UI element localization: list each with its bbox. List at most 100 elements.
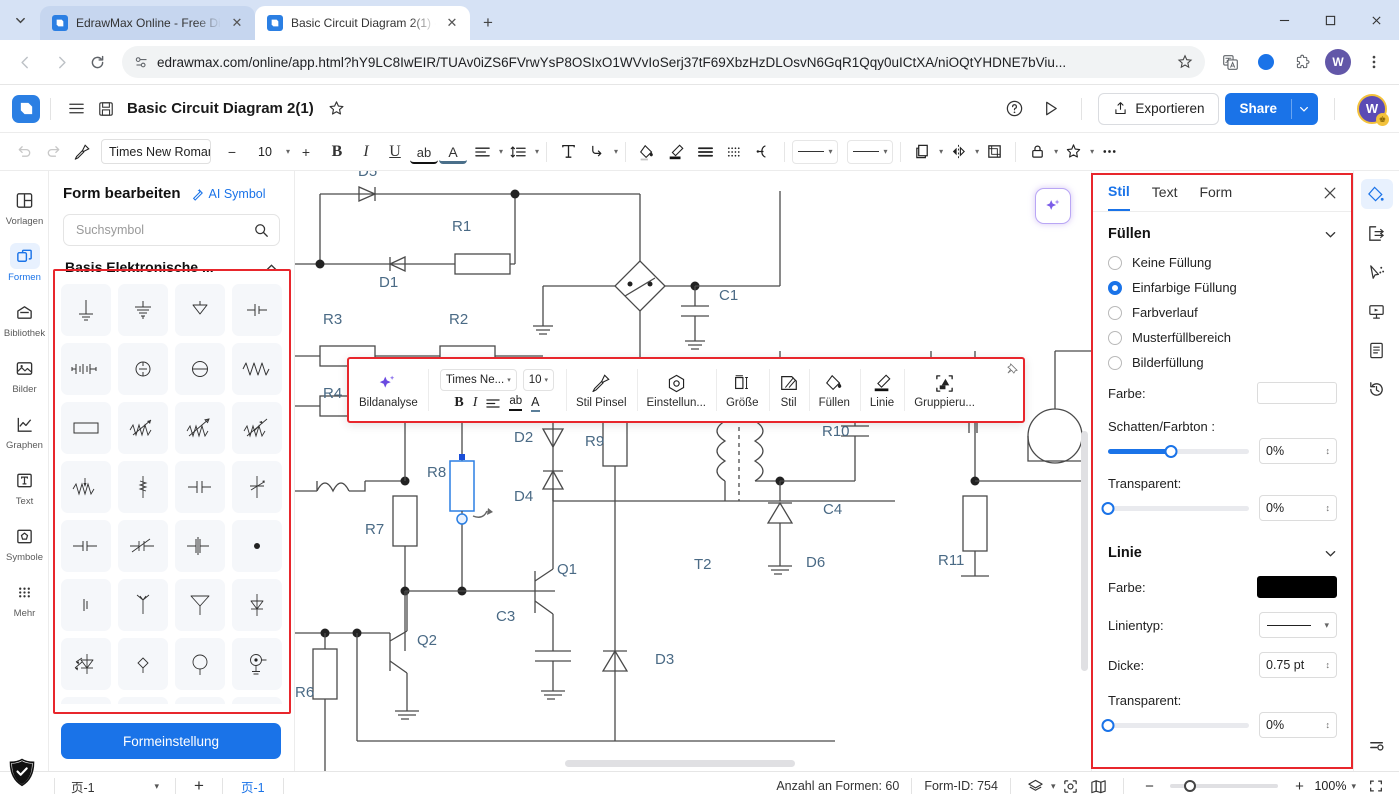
window-minimize-button[interactable] — [1261, 0, 1307, 40]
address-bar[interactable]: edrawmax.com/online/app.html?hY9LC8IwEIR… — [122, 46, 1205, 78]
curve-connector-icon[interactable] — [749, 138, 777, 166]
shape-capacitor-plain[interactable] — [175, 461, 225, 513]
fill-option-muster[interactable]: Musterfüllbereich — [1092, 325, 1353, 350]
layers-icon[interactable] — [1023, 774, 1049, 798]
user-avatar[interactable]: W ♚ — [1357, 93, 1389, 126]
shape-ground-earth[interactable] — [61, 284, 111, 336]
canvas-vertical-scrollbar[interactable] — [1081, 431, 1088, 671]
ai-assistant-button[interactable] — [1035, 188, 1071, 224]
shape-trimmer-capacitor[interactable] — [118, 520, 168, 572]
shape-source-ac[interactable] — [175, 343, 225, 395]
notes-icon[interactable] — [1361, 335, 1393, 365]
shape-capacitor-polar[interactable] — [232, 284, 282, 336]
extensions-puzzle-icon[interactable] — [1285, 45, 1319, 79]
shape-capacitor-feedthrough[interactable] — [61, 520, 111, 572]
tabstrip-menu-icon[interactable] — [0, 0, 40, 40]
line-transparent-slider[interactable] — [1101, 718, 1249, 732]
settings-sliders-icon[interactable] — [1361, 731, 1393, 761]
browser-tab-2[interactable]: Basic Circuit Diagram 2(1) - E ✕ — [255, 6, 470, 40]
shape-speaker-flat[interactable] — [61, 697, 111, 704]
add-page-button[interactable]: + — [186, 774, 212, 798]
fullscreen-icon[interactable] — [1363, 774, 1389, 798]
flip-chevron-icon[interactable]: ▾ — [975, 147, 979, 156]
font-size-decrease[interactable]: − — [218, 138, 246, 166]
shape-search-box[interactable] — [63, 214, 280, 246]
align-icon[interactable] — [468, 138, 496, 166]
shape-category-header[interactable]: Basis Elektronische ... — [49, 246, 294, 284]
ctx-gruppierung[interactable]: Gruppieru... — [904, 359, 985, 421]
more-horizontal-icon[interactable] — [1095, 138, 1123, 166]
strikethrough-button[interactable]: ab — [410, 144, 439, 164]
connector-icon[interactable] — [583, 138, 611, 166]
back-button[interactable] — [8, 45, 42, 79]
star-icon[interactable] — [1177, 54, 1193, 70]
form-settings-button[interactable]: Formeinstellung — [61, 723, 281, 759]
ctx-align-icon[interactable] — [486, 398, 501, 409]
map-icon[interactable] — [1085, 774, 1111, 798]
zoom-out-button[interactable]: − — [1136, 774, 1162, 798]
fill-option-bild[interactable]: Bilderfüllung — [1092, 350, 1353, 375]
ctx-bold-button[interactable]: B — [454, 395, 463, 411]
line-section-header[interactable]: Linie — [1092, 525, 1353, 569]
arrange-icon[interactable] — [908, 138, 936, 166]
focus-icon[interactable] — [1057, 774, 1083, 798]
redo-icon[interactable] — [39, 138, 67, 166]
shape-node-dot[interactable] — [232, 520, 282, 572]
fill-section-header[interactable]: Füllen — [1092, 212, 1353, 250]
lock-icon[interactable] — [1023, 138, 1051, 166]
page-tab-1[interactable]: 页-1 — [233, 777, 273, 796]
underline-button[interactable]: U — [381, 138, 409, 166]
translate-icon[interactable] — [1213, 45, 1247, 79]
search-input[interactable] — [74, 222, 248, 238]
zoom-in-button[interactable]: + — [1286, 774, 1312, 798]
shape-motor-ground[interactable] — [232, 638, 282, 690]
radio-farbverlauf[interactable] — [1108, 305, 1122, 320]
reload-button[interactable] — [80, 45, 114, 79]
chevron-up-icon[interactable] — [265, 261, 278, 274]
ctx-groesse[interactable]: Größe — [715, 359, 769, 421]
line-spacing-chevron-icon[interactable]: ▾ — [535, 147, 539, 156]
shape-resistor-zigzag[interactable] — [232, 343, 282, 395]
shape-varactor[interactable] — [232, 461, 282, 513]
ctx-font-color-button[interactable]: A — [531, 395, 540, 412]
ctx-stil[interactable]: Stil — [768, 359, 809, 421]
shape-capacitor-dual[interactable] — [175, 520, 225, 572]
fill-color-swatch[interactable] — [1257, 382, 1337, 404]
zoom-slider[interactable] — [1170, 780, 1279, 792]
line-weight-dropdown[interactable]: ▾ — [847, 139, 894, 164]
diagram-canvas[interactable]: D5 R1 D1 C1 R3 R2 R4 D2 R9 R10 R8 D4 C4 … — [295, 171, 1091, 771]
connector-chevron-icon[interactable]: ▾ — [614, 147, 618, 156]
document-title[interactable]: Basic Circuit Diagram 2(1) — [127, 100, 314, 117]
chevron-down-icon[interactable]: ▾ — [286, 147, 290, 156]
ctx-stil-pinsel[interactable]: Stil Pinsel — [566, 359, 637, 421]
browser-tab-1[interactable]: EdrawMax Online - Free Diag ✕ — [40, 6, 255, 40]
sidebar-item-mehr[interactable]: Mehr — [0, 571, 49, 627]
shape-rheostat-arrow[interactable] — [175, 402, 225, 454]
radio-musterfuellbereich[interactable] — [1108, 330, 1122, 345]
font-size-increase[interactable]: + — [292, 138, 320, 166]
sidebar-item-bibliothek[interactable]: Bibliothek — [0, 291, 49, 347]
shade-slider[interactable] — [1108, 444, 1249, 458]
ai-symbol-button[interactable]: AI Symbol — [191, 187, 266, 201]
help-circle-icon[interactable] — [999, 94, 1029, 124]
shape-diode-zener[interactable] — [232, 579, 282, 631]
pin-icon[interactable] — [1007, 363, 1018, 374]
ctx-bildanalyse[interactable]: Bildanalyse — [349, 359, 428, 421]
text-box-icon[interactable] — [554, 138, 582, 166]
arrange-chevron-icon[interactable]: ▾ — [939, 147, 943, 156]
page-selector[interactable]: 页-1 ▾ — [65, 777, 165, 796]
shape-source-dc[interactable] — [118, 343, 168, 395]
export-button[interactable]: Exportieren — [1098, 92, 1220, 125]
window-close-button[interactable] — [1353, 0, 1399, 40]
fill-transparent-spinner[interactable]: 0% ↕ — [1259, 495, 1337, 521]
lines-icon[interactable] — [691, 138, 719, 166]
fill-option-einfarbig[interactable]: Einfarbige Füllung — [1092, 275, 1353, 300]
shade-value-spinner[interactable]: 0% ↕ — [1259, 438, 1337, 464]
shape-battery-multicell[interactable] — [61, 343, 111, 395]
play-triangle-icon[interactable] — [1035, 94, 1065, 124]
shape-ground-chassis[interactable] — [118, 284, 168, 336]
shape-photodiode[interactable] — [61, 638, 111, 690]
shape-ground-signal[interactable] — [175, 284, 225, 336]
tab-close-icon[interactable]: ✕ — [444, 15, 460, 31]
extension-dot-icon[interactable] — [1249, 45, 1283, 79]
